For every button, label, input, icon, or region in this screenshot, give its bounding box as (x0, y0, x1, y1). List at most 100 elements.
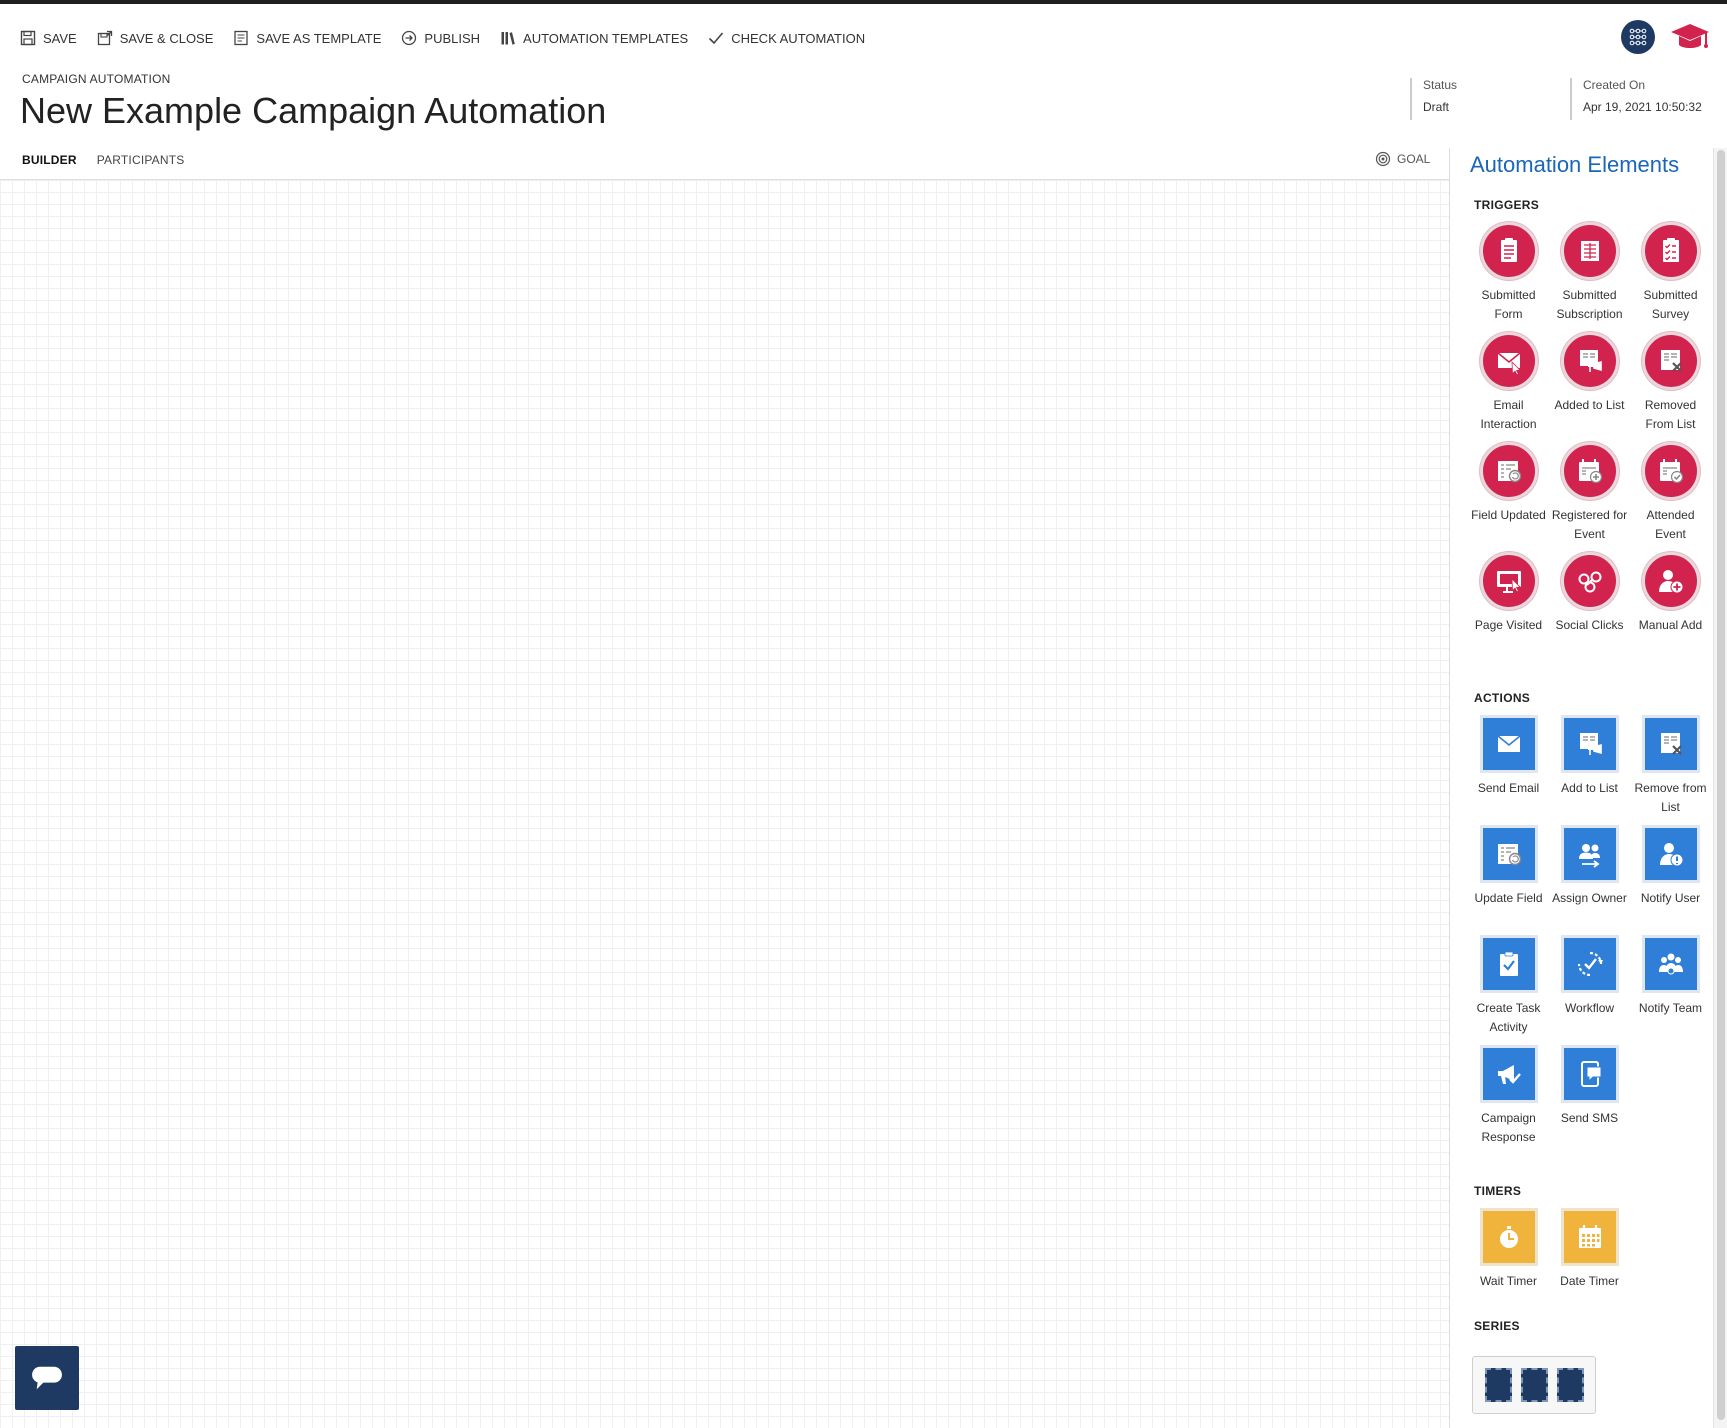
action-tile[interactable] (1560, 715, 1619, 773)
timer-tile[interactable] (1560, 1208, 1619, 1266)
action-tile[interactable] (1479, 935, 1538, 993)
trigger-label: Added to List (1554, 398, 1625, 412)
assign-owner-icon (1578, 844, 1600, 868)
trigger-registered-for-event[interactable]: Registered for Event (1549, 442, 1630, 544)
trigger-tile[interactable] (1479, 332, 1538, 390)
checkmark-icon (708, 30, 724, 46)
stopwatch-icon (1499, 1226, 1518, 1248)
toolbar: SAVE SAVE & CLOSE SAVE AS TEMPLATE PUBLI… (20, 26, 865, 50)
trigger-tile[interactable] (1560, 332, 1619, 390)
chat-bubble-icon (32, 1366, 62, 1390)
save-button[interactable]: SAVE (20, 30, 77, 46)
panel-scrollbar[interactable] (1713, 148, 1727, 1428)
action-tile[interactable] (1560, 825, 1619, 883)
status-label: Status (1423, 78, 1458, 92)
timer-label: Date Timer (1560, 1274, 1619, 1288)
trigger-submitted-form[interactable]: Submitted Form (1468, 222, 1549, 324)
timer-tile[interactable] (1479, 1208, 1538, 1266)
action-workflow[interactable]: Workflow (1549, 935, 1630, 1037)
triggers-grid: Submitted Form Submitted Subscription Subm… (1468, 222, 1711, 654)
trigger-email-interaction[interactable]: Email Interaction (1468, 332, 1549, 434)
action-tile[interactable] (1641, 935, 1700, 993)
save-close-button[interactable]: SAVE & CLOSE (97, 30, 214, 46)
created-on-value: Apr 19, 2021 10:50:32 (1583, 100, 1702, 114)
tab-bar: BUILDER PARTICIPANTS (22, 153, 184, 167)
action-label: Create Task Activity (1476, 1001, 1541, 1034)
action-tile[interactable] (1479, 1045, 1538, 1103)
trigger-submitted-survey[interactable]: Submitted Survey (1630, 222, 1711, 324)
trigger-manual-add[interactable]: Manual Add (1630, 552, 1711, 654)
megaphone-icon (1497, 1065, 1521, 1084)
automation-templates-button[interactable]: AUTOMATION TEMPLATES (500, 30, 688, 46)
trigger-tile[interactable] (1560, 442, 1619, 500)
app-launcher-button[interactable] (1621, 20, 1655, 54)
trigger-tile[interactable] (1641, 442, 1700, 500)
check-automation-label: CHECK AUTOMATION (731, 30, 866, 46)
timer-wait-timer[interactable]: Wait Timer (1468, 1208, 1549, 1310)
trigger-tile[interactable] (1479, 442, 1538, 500)
publish-button[interactable]: PUBLISH (401, 30, 480, 46)
action-add-to-list[interactable]: Add to List (1549, 715, 1630, 817)
tab-participants[interactable]: PARTICIPANTS (97, 153, 185, 167)
trigger-tile[interactable] (1560, 222, 1619, 280)
action-label: Send SMS (1560, 1111, 1619, 1125)
action-notify-team[interactable]: Notify Team (1630, 935, 1711, 1037)
action-campaign-response[interactable]: Campaign Response (1468, 1045, 1549, 1147)
action-create-task-activity[interactable]: Create Task Activity (1468, 935, 1549, 1037)
top-right-icons (1621, 20, 1711, 54)
trigger-label: Submitted Survey (1643, 288, 1698, 321)
action-remove-from-list[interactable]: Remove from List (1630, 715, 1711, 817)
series-element[interactable] (1472, 1356, 1596, 1414)
chat-button[interactable] (15, 1346, 79, 1410)
trigger-tile[interactable] (1641, 222, 1700, 280)
series-section-title: SERIES (1474, 1319, 1520, 1333)
target-icon (1375, 151, 1391, 167)
series-step-icon (1520, 1368, 1548, 1402)
scroll-thumb[interactable] (1717, 150, 1725, 1420)
trigger-attended-event[interactable]: Attended Event (1630, 442, 1711, 544)
user-add-icon (1658, 570, 1683, 594)
floppy-disk-icon (20, 30, 36, 46)
action-send-email[interactable]: Send Email (1468, 715, 1549, 817)
field-update-icon (1497, 461, 1521, 483)
envelope-icon (1496, 735, 1521, 752)
trigger-label: Attended Event (1646, 508, 1695, 541)
builder-canvas[interactable] (0, 180, 1449, 1428)
trigger-tile[interactable] (1641, 552, 1700, 610)
tab-builder[interactable]: BUILDER (22, 153, 77, 167)
action-assign-owner[interactable]: Assign Owner (1549, 825, 1630, 927)
check-automation-button[interactable]: CHECK AUTOMATION (708, 30, 865, 46)
trigger-tile[interactable] (1641, 332, 1700, 390)
trigger-label: Submitted Subscription (1556, 288, 1623, 321)
books-icon (500, 30, 516, 46)
trigger-added-to-list[interactable]: Added to List (1549, 332, 1630, 434)
publish-label: PUBLISH (424, 30, 481, 46)
action-tile[interactable] (1479, 715, 1538, 773)
action-tile[interactable] (1560, 935, 1619, 993)
action-tile[interactable] (1641, 825, 1700, 883)
event-register-icon (1578, 459, 1602, 484)
action-notify-user[interactable]: Notify User (1630, 825, 1711, 927)
action-tile[interactable] (1560, 1045, 1619, 1103)
save-label: SAVE (43, 30, 77, 46)
trigger-social-clicks[interactable]: Social Clicks (1549, 552, 1630, 654)
save-as-template-button[interactable]: SAVE AS TEMPLATE (233, 30, 381, 46)
action-update-field[interactable]: Update Field (1468, 825, 1549, 927)
action-tile[interactable] (1641, 715, 1700, 773)
trigger-submitted-subscription[interactable]: Submitted Subscription (1549, 222, 1630, 324)
trigger-page-visited[interactable]: Page Visited (1468, 552, 1549, 654)
trigger-tile[interactable] (1479, 222, 1538, 280)
actions-section-title: ACTIONS (1474, 691, 1531, 705)
action-send-sms[interactable]: Send SMS (1549, 1045, 1630, 1147)
goal-button[interactable]: GOAL (1375, 151, 1430, 167)
action-tile[interactable] (1479, 825, 1538, 883)
save-close-label: SAVE & CLOSE (119, 30, 214, 46)
trigger-field-updated[interactable]: Field Updated (1468, 442, 1549, 544)
trigger-tile[interactable] (1479, 552, 1538, 610)
timer-date-timer[interactable]: Date Timer (1549, 1208, 1630, 1310)
subscription-icon (1580, 241, 1599, 261)
series-step-icon (1556, 1368, 1584, 1402)
graduation-cap-icon[interactable] (1669, 21, 1711, 53)
trigger-removed-from-list[interactable]: Removed From List (1630, 332, 1711, 434)
trigger-tile[interactable] (1560, 552, 1619, 610)
